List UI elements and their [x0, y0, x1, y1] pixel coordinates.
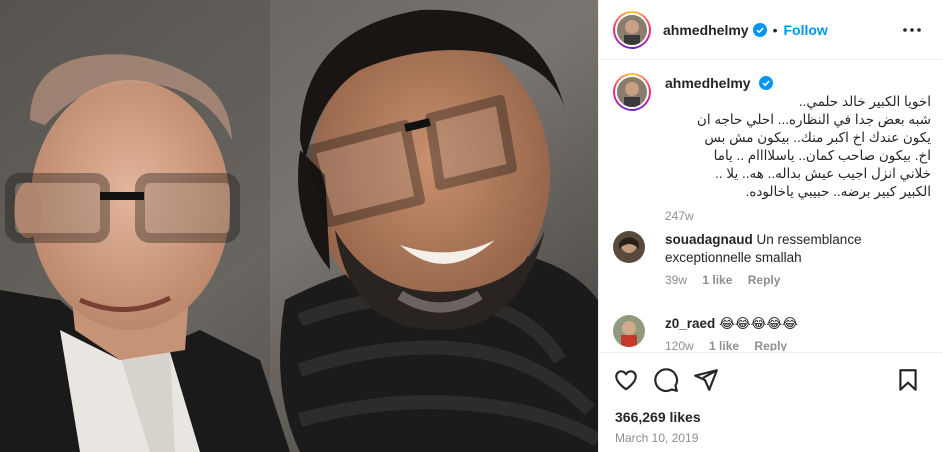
comment-time[interactable]: 39w: [665, 273, 687, 287]
caption-time[interactable]: 247w: [665, 209, 931, 223]
caption-username[interactable]: ahmedhelmy: [665, 75, 751, 91]
reply-button[interactable]: Reply: [748, 273, 781, 287]
comment-icon[interactable]: [653, 367, 679, 393]
caption-avatar[interactable]: [613, 73, 651, 111]
save-icon[interactable]: [895, 367, 921, 393]
comment-username[interactable]: souadagnaud: [665, 232, 753, 247]
instagram-post: ahmedhelmy • Follow ahmedhelmy اخويا الك…: [0, 0, 943, 452]
post-photo-illustration: [0, 0, 598, 452]
comments-section[interactable]: ahmedhelmy اخويا الكبير خالد حلمي.. شبه …: [599, 61, 943, 351]
comment-username[interactable]: z0_raed: [665, 316, 715, 331]
share-icon[interactable]: [693, 367, 719, 393]
follow-button[interactable]: Follow: [784, 22, 828, 38]
comment-likes[interactable]: 1 like: [709, 339, 739, 351]
comment-time[interactable]: 120w: [665, 339, 694, 351]
post-actions: 366,269 likes March 10, 2019: [599, 352, 943, 452]
post-header: ahmedhelmy • Follow: [599, 0, 943, 60]
commenter-avatar[interactable]: [613, 231, 645, 263]
comment-likes[interactable]: 1 like: [702, 273, 732, 287]
verified-icon: [752, 22, 767, 37]
more-options-icon[interactable]: [902, 20, 922, 40]
like-icon[interactable]: [613, 367, 639, 393]
author-username[interactable]: ahmedhelmy: [663, 22, 749, 38]
reply-button[interactable]: Reply: [754, 339, 787, 351]
verified-icon: [759, 76, 774, 90]
author-avatar[interactable]: [613, 10, 651, 49]
commenter-avatar[interactable]: [613, 315, 645, 347]
likes-count[interactable]: 366,269 likes: [615, 409, 701, 425]
post-date[interactable]: March 10, 2019: [615, 431, 698, 445]
post-side-panel: ahmedhelmy • Follow ahmedhelmy اخويا الك…: [598, 0, 943, 452]
separator-dot: •: [772, 21, 778, 38]
post-photo[interactable]: [0, 0, 598, 452]
comment-text: 😂😂😂😂😂: [719, 316, 798, 331]
caption-text: اخويا الكبير خالد حلمي.. شبه بعض جدا في …: [696, 94, 931, 199]
